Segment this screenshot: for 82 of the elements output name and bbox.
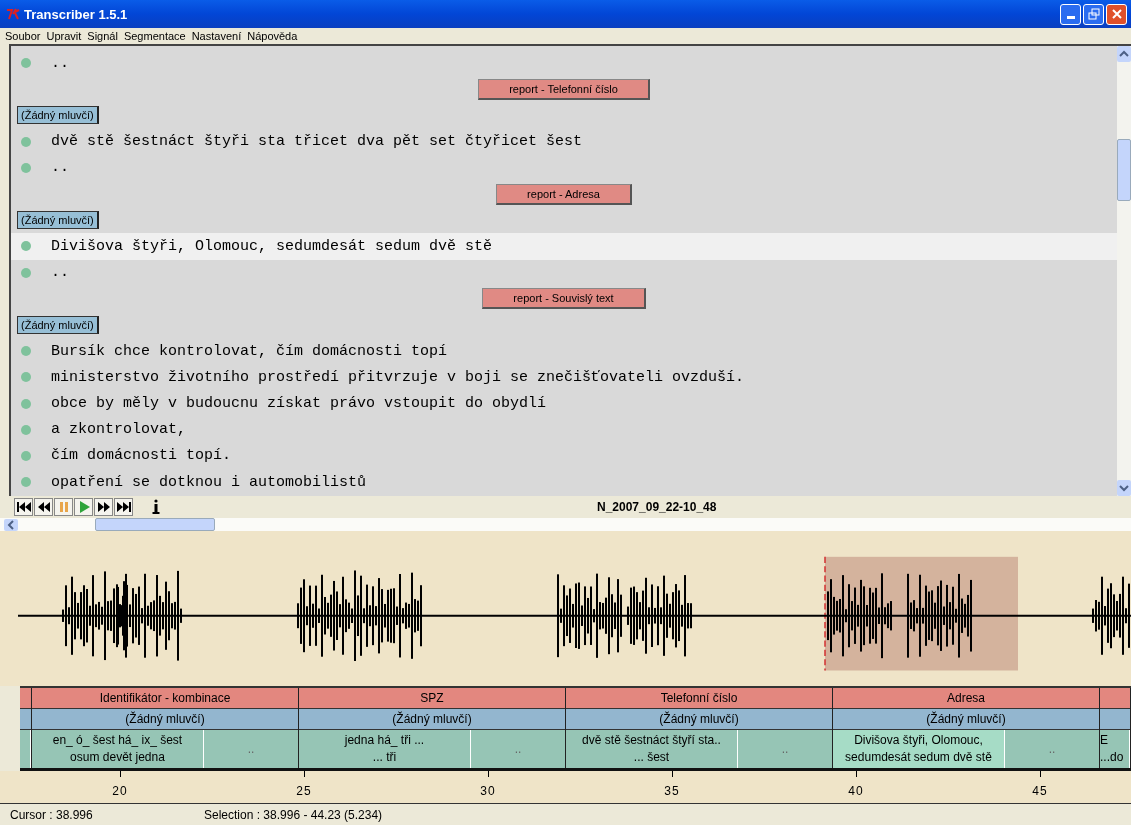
segment-cell[interactable]: E ...do [1100, 730, 1130, 768]
speaker-cell[interactable]: (Žádný mluvčí) [566, 709, 832, 730]
segment-cell[interactable]: Divišova štyři, Olomouc, sedumdesát sedum dvě stě [833, 730, 1005, 768]
segment-dot-icon [21, 162, 31, 173]
scroll-left-icon[interactable] [4, 518, 18, 531]
section-button[interactable]: report - Telefonní číslo [478, 78, 650, 100]
transcript-line[interactable]: .. [11, 154, 1117, 181]
transcript-line[interactable]: obce by měly v budoucnu získat právo vstoupit do obydlí [11, 390, 1117, 417]
speaker-cell[interactable] [20, 709, 31, 730]
segment-dot-icon [21, 136, 31, 147]
go-to-end-button[interactable] [114, 498, 133, 516]
menu-item[interactable]: Nápověda [247, 30, 298, 42]
transcript-line[interactable]: .. [11, 259, 1117, 286]
axis-label: 30 [480, 784, 496, 798]
skip-to-start-icon [15, 501, 32, 513]
fast-forward-icon [95, 501, 112, 513]
section-button[interactable]: report - Adresa [496, 183, 632, 205]
segment-cell[interactable]: dvě stě šestnáct štyří sta.. ... šest [566, 730, 738, 768]
close-button[interactable] [1106, 3, 1127, 25]
menu-item[interactable]: Segmentace [123, 30, 186, 42]
rewind-button[interactable] [34, 498, 53, 516]
axis-label: 35 [664, 784, 680, 798]
minimize-icon [1066, 16, 1075, 19]
segment-dot-icon [21, 58, 31, 69]
speaker-button[interactable]: (Žádný mluvčí) [17, 106, 99, 125]
transcript-line[interactable]: ministerstvo životního prostředí přitvrzuje v boji se znečišťovateli ovzduší. [11, 364, 1117, 391]
topic-cell[interactable]: Telefonní číslo [566, 688, 832, 709]
segment-dot-icon [21, 450, 31, 461]
segment-dot-icon [21, 346, 31, 357]
file-name: N_2007_09_22-10_48 [597, 500, 717, 514]
segment-dot-icon [21, 424, 31, 435]
segment-dot-icon [21, 267, 31, 278]
speaker-button[interactable]: (Žádný mluvčí) [17, 211, 99, 230]
fast-forward-button[interactable] [94, 498, 113, 516]
restore-button[interactable] [1083, 3, 1104, 25]
speaker-cell[interactable]: (Žádný mluvčí) [299, 709, 565, 730]
skip-to-end-icon [115, 501, 132, 513]
menu-item[interactable]: Signál [87, 30, 118, 42]
section-button[interactable]: report - Souvislý text [482, 288, 646, 310]
topic-cell[interactable]: Adresa [833, 688, 1099, 709]
scroll-thumb[interactable] [95, 518, 215, 531]
menu-item[interactable]: Soubor [5, 30, 41, 42]
horizontal-scrollbar[interactable] [0, 518, 1131, 531]
topic-cell[interactable]: Identifikátor - kombinace [32, 688, 298, 709]
transcript-line[interactable]: .. [11, 50, 1117, 77]
segment-cell[interactable] [20, 730, 31, 768]
axis-label: 40 [848, 784, 864, 798]
speaker-button[interactable]: (Žádný mluvčí) [17, 315, 99, 334]
speaker-cell[interactable] [1100, 709, 1130, 730]
speaker-cell[interactable]: (Žádný mluvčí) [833, 709, 1099, 730]
window-title: Transcriber 1.5.1 [24, 6, 129, 22]
menu-item[interactable]: Upravit [46, 30, 82, 42]
segment-dot-icon [21, 477, 31, 488]
segment-dot-icon [21, 398, 31, 409]
app-logo-icon [6, 8, 20, 20]
minimize-button[interactable] [1060, 3, 1081, 25]
topic-cell[interactable] [1100, 688, 1130, 709]
axis-label: 45 [1032, 784, 1048, 798]
speaker-cell[interactable]: (Žádný mluvčí) [32, 709, 298, 730]
cursor-position: Cursor : 38.996 [10, 807, 94, 822]
selection-range: Selection : 38.996 - 44.23 (5.234) [204, 807, 383, 822]
axis-label: 20 [112, 784, 128, 798]
transcript-line[interactable]: opatření se dotknou i automobilistů [11, 469, 1117, 496]
segment-dot-icon [21, 372, 31, 383]
transcript-line[interactable]: Bursík chce kontrolovat, čím domácnosti topí [11, 338, 1117, 365]
transcript-line[interactable]: dvě stě šestnáct štyři sta třicet dva pět set čtyřicet šest [11, 128, 1117, 155]
transcript-line[interactable]: čím domácnosti topí. [11, 442, 1117, 469]
transcript-line[interactable]: a zkontrolovat, [11, 416, 1117, 443]
scroll-up-icon[interactable] [1117, 46, 1131, 62]
topic-cell[interactable]: SPZ [299, 688, 565, 709]
segment-cell[interactable]: en_ ó_ šest há_ ix_ šest osum devět jedna [32, 730, 204, 768]
segment-cell[interactable]: jedna há_ tři ... ... tři [299, 730, 471, 768]
go-to-start-button[interactable] [14, 498, 33, 516]
segment-dot-icon [21, 241, 31, 252]
menu-item[interactable]: Nastavení [191, 30, 242, 42]
scroll-down-icon[interactable] [1117, 480, 1131, 496]
close-icon [1110, 8, 1123, 20]
scroll-thumb[interactable] [1117, 139, 1131, 201]
restore-icon [1087, 8, 1100, 20]
axis-label: 25 [296, 784, 312, 798]
topic-cell[interactable] [20, 688, 31, 709]
vertical-scrollbar[interactable] [1117, 46, 1131, 496]
